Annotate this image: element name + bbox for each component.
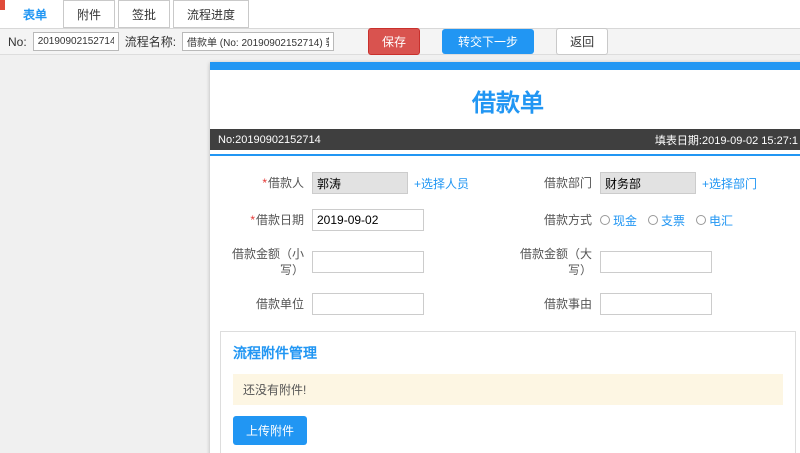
- method-option-cash[interactable]: 现金: [600, 212, 637, 229]
- unit-label: 借款单位: [255, 297, 304, 312]
- reason-label: 借款事由: [543, 297, 592, 312]
- tab-approval[interactable]: 签批: [118, 0, 171, 28]
- required-mark: *: [250, 212, 255, 227]
- process-name-input[interactable]: [182, 32, 335, 51]
- tab-progress[interactable]: 流程进度: [173, 0, 250, 28]
- form-date: 填表日期:2019-09-02 15:27:1: [654, 134, 798, 147]
- attachment-section: 流程附件管理 还没有附件! 上传附件: [220, 331, 796, 453]
- radio-icon[interactable]: [648, 215, 659, 225]
- method-option-wire[interactable]: 电汇: [696, 212, 733, 229]
- borrow-method-options: 现金 支票 电汇: [600, 212, 796, 229]
- amount-small-label: 借款金额（小写）: [231, 247, 304, 278]
- attachment-section-title: 流程附件管理: [233, 345, 317, 362]
- panel-top-accent: [210, 62, 800, 70]
- department-input[interactable]: [600, 172, 696, 194]
- method-option-cheque[interactable]: 支票: [648, 212, 685, 229]
- corner-accent: [0, 0, 5, 10]
- loan-form-panel: 借款单 No:20190902152714 填表日期:2019-09-02 15…: [210, 62, 800, 453]
- tab-bar: 表单 附件 签批 流程进度: [0, 0, 800, 29]
- borrow-date-label: *借款日期: [250, 212, 304, 227]
- page-title: 借款单: [472, 90, 544, 117]
- toolbar: No: 流程名称: 保存 转交下一步 返回: [0, 28, 800, 55]
- no-attachment-notice: 还没有附件!: [233, 374, 783, 406]
- form-meta-bar: No:20190902152714 填表日期:2019-09-02 15:27:…: [210, 129, 800, 150]
- no-label: No:: [8, 34, 27, 49]
- borrower-input[interactable]: [312, 172, 408, 194]
- tab-attachment[interactable]: 附件: [63, 0, 116, 28]
- form-number: No:20190902152714: [218, 133, 321, 146]
- save-button[interactable]: 保存: [368, 28, 421, 55]
- amount-big-input[interactable]: [600, 251, 712, 274]
- amount-small-input[interactable]: [312, 251, 424, 274]
- no-input[interactable]: [32, 32, 119, 51]
- required-mark: *: [262, 175, 267, 190]
- department-label: 借款部门: [543, 175, 592, 190]
- select-person-link[interactable]: +选择人员: [414, 175, 469, 192]
- borrower-label: *借款人: [262, 175, 304, 190]
- radio-icon[interactable]: [600, 215, 610, 225]
- tab-form[interactable]: 表单: [10, 0, 60, 28]
- borrow-method-label: 借款方式: [543, 212, 592, 227]
- amount-big-label: 借款金额（大写）: [519, 247, 592, 278]
- process-name-label: 流程名称:: [124, 35, 177, 49]
- loan-form-fields: *借款人 +选择人员 借款部门 +选择部门 *借款日期 借款方式 现金 支票: [210, 156, 800, 323]
- next-step-button[interactable]: 转交下一步: [442, 29, 535, 54]
- select-department-link[interactable]: +选择部门: [702, 175, 757, 192]
- borrow-date-input[interactable]: [312, 209, 424, 231]
- upload-attachment-button[interactable]: 上传附件: [233, 416, 308, 446]
- unit-input[interactable]: [312, 293, 424, 316]
- radio-icon[interactable]: [696, 215, 707, 225]
- reason-input[interactable]: [600, 293, 712, 316]
- back-button[interactable]: 返回: [556, 28, 609, 55]
